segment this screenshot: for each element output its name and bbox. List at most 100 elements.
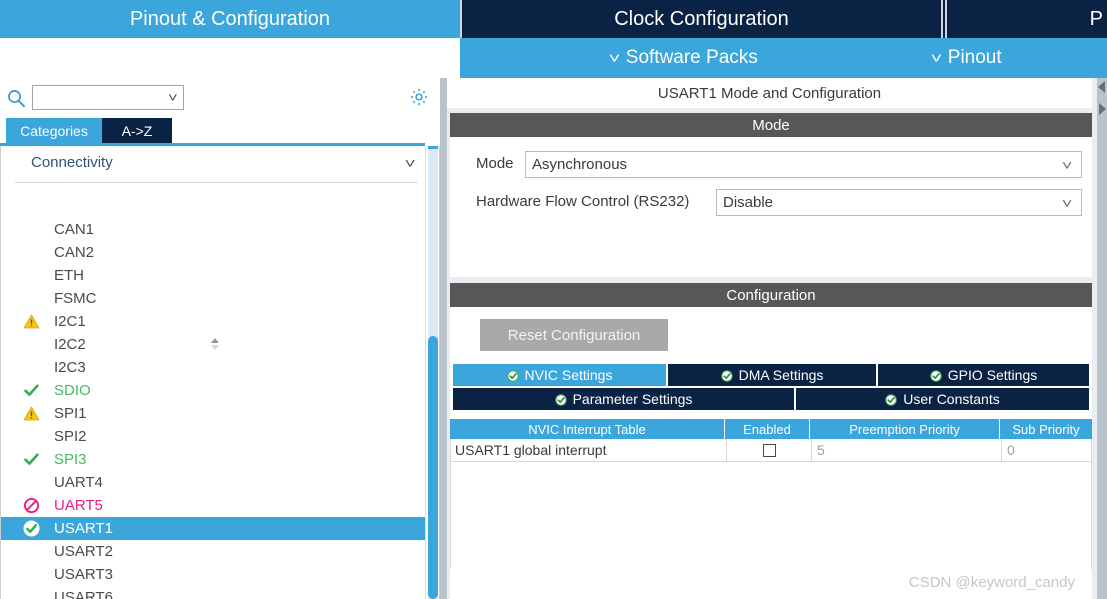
column-header-enabled[interactable]: Enabled [725,419,810,439]
chevron-down-icon[interactable]: ˅ [1062,157,1073,173]
page-title-label: USART1 Mode and Configuration [657,84,882,102]
tab-parameter-settings[interactable]: Parameter Settings [453,388,796,410]
enabled-cell [726,439,811,461]
warning-triangle-icon [23,313,40,330]
tab-project-manager-label: P [1089,7,1103,30]
column-header-label: Sub Priority [1012,421,1080,437]
tab-user-constants[interactable]: User Constants [796,388,1091,410]
tab-pinout-configuration[interactable]: Pinout & Configuration [0,0,460,38]
left-header-gap [0,38,460,78]
peripheral-list[interactable]: CAN1 CAN2 ETH FSMC I2C1 I2C2 I2C3 SDIO SPI1 SPI2 S… [1,218,426,599]
gear-icon[interactable] [408,86,430,108]
chevron-down-icon[interactable]: ˅ [1062,195,1073,211]
peripheral-list-scrollbar[interactable] [425,146,439,599]
tab-label: Parameter Settings [572,391,693,407]
mode-configuration-panel: USART1 Mode and Configuration Mode Mode … [447,78,1107,599]
tab-project-manager[interactable]: P [945,0,1107,38]
peripheral-item-label: UART4 [54,474,103,491]
green-check-icon [720,369,733,382]
hardware-flow-control-value: Disable [723,194,774,211]
tab-categories[interactable]: Categories [6,118,102,143]
tab-clock-configuration-label: Clock Configuration [614,7,789,30]
peripheral-item-label: USART6 [54,589,113,599]
collapse-left-arrow-icon[interactable] [1097,80,1107,94]
reset-configuration-label: Reset Configuration [507,326,641,344]
peripheral-item-spi2[interactable]: SPI2 [1,425,426,448]
tab-clock-configuration[interactable]: Clock Configuration [460,0,943,38]
search-input[interactable]: ˅ [32,85,184,110]
expand-right-arrow-icon[interactable] [1097,102,1107,116]
field-mode: Mode Asynchronous ˅ [476,151,1082,179]
preemption-priority-cell[interactable]: 5 [811,439,1001,461]
software-packs-menu[interactable]: ˅ Software Packs [608,38,758,78]
mode-section-header: Mode [450,113,1092,137]
peripheral-item-usart1[interactable]: USART1 [1,517,426,540]
group-divider [15,182,418,183]
peripheral-item-label: I2C2 [54,336,86,353]
tab-gpio-settings[interactable]: GPIO Settings [878,364,1091,386]
scrollbar-thumb[interactable] [428,336,438,599]
peripheral-item-spi1[interactable]: SPI1 [1,402,426,425]
peripheral-item-sdio[interactable]: SDIO [1,379,426,402]
configuration-tabs-row-1: NVIC Settings DMA Settings GPIO Settings [453,364,1091,386]
interrupt-name-cell: USART1 global interrupt [451,439,726,461]
peripheral-item-label: USART3 [54,566,113,583]
check-icon [23,451,40,468]
column-header-sub-priority[interactable]: Sub Priority [1000,419,1092,439]
peripheral-item-i2c3[interactable]: I2C3 [1,356,426,379]
watermark-label: CSDN @keyword_candy [908,574,1075,591]
tab-nvic-settings[interactable]: NVIC Settings [453,364,668,386]
peripheral-item-uart5[interactable]: UART5 [1,494,426,517]
column-header-preemption-priority[interactable]: Preemption Priority [810,419,1000,439]
peripheral-item-usart3[interactable]: USART3 [1,563,426,586]
peripheral-item-can2[interactable]: CAN2 [1,241,426,264]
green-check-icon [885,393,897,406]
search-icon [6,88,26,108]
tab-a-to-z[interactable]: A->Z [102,118,172,143]
nvic-table-header: NVIC Interrupt Table Enabled Preemption Pr… [450,419,1092,439]
preemption-priority-value: 5 [817,442,825,458]
table-row[interactable]: USART1 global interrupt 5 0 [451,439,1091,462]
scrollbar-top-cap [428,146,438,149]
field-hardware-flow-control: Hardware Flow Control (RS232) Disable ˅ [476,189,1082,217]
hardware-flow-control-select[interactable]: Disable ˅ [716,189,1082,216]
chevron-down-icon[interactable]: ˅ [168,90,178,105]
column-header-nvic-interrupt-table[interactable]: NVIC Interrupt Table [450,419,725,439]
mode-section-header-label: Mode [752,116,790,134]
peripheral-item-i2c2[interactable]: I2C2 [1,333,426,356]
group-header-connectivity[interactable]: Connectivity ˅ [13,154,418,180]
configuration-section-header-label: Configuration [726,286,816,304]
peripheral-item-usart6[interactable]: USART6 [1,586,426,599]
sub-priority-value: 0 [1007,442,1015,458]
software-packs-label: Software Packs [625,47,758,68]
peripheral-item-can1[interactable]: CAN1 [1,218,426,241]
enabled-checkbox[interactable] [762,443,776,457]
configuration-section-body: Reset Configuration NVIC Settings DMA Set… [450,307,1092,599]
peripheral-item-usart2[interactable]: USART2 [1,540,426,563]
peripheral-item-fsmc[interactable]: FSMC [1,287,426,310]
chevron-down-icon[interactable]: ˅ [404,155,415,171]
peripheral-item-eth[interactable]: ETH [1,264,426,287]
field-hardware-flow-control-label: Hardware Flow Control (RS232) [476,193,690,210]
peripheral-item-spi3[interactable]: SPI3 [1,448,426,471]
pinout-menu[interactable]: ˅ Pinout [930,38,1001,78]
mode-select[interactable]: Asynchronous ˅ [525,151,1082,178]
tab-dma-settings[interactable]: DMA Settings [668,364,878,386]
stm32cubemx-window: Pinout & Configuration Clock Configurati… [0,0,1107,599]
reset-configuration-button[interactable]: Reset Configuration [480,319,668,351]
peripheral-item-label: ETH [54,267,84,284]
configuration-tabs: NVIC Settings DMA Settings GPIO Settings P… [453,364,1091,410]
search-row: ˅ [0,78,440,118]
check-circle-icon [23,520,40,537]
tab-label: GPIO Settings [947,367,1038,383]
sub-priority-cell[interactable]: 0 [1001,439,1093,461]
peripheral-item-uart4[interactable]: UART4 [1,471,426,494]
top-tab-bar: Pinout & Configuration Clock Configurati… [0,0,1107,38]
peripheral-item-i2c1[interactable]: I2C1 [1,310,426,333]
green-check-icon [554,393,567,406]
peripheral-item-label: CAN1 [54,221,95,238]
configuration-section-header: Configuration [450,283,1092,307]
tab-a-to-z-label: A->Z [121,122,153,139]
check-icon [23,382,40,399]
peripheral-list-container: Connectivity ˅ CAN1 CAN2 ETH FSMC I2C1 I2C2 I2… [0,146,440,599]
